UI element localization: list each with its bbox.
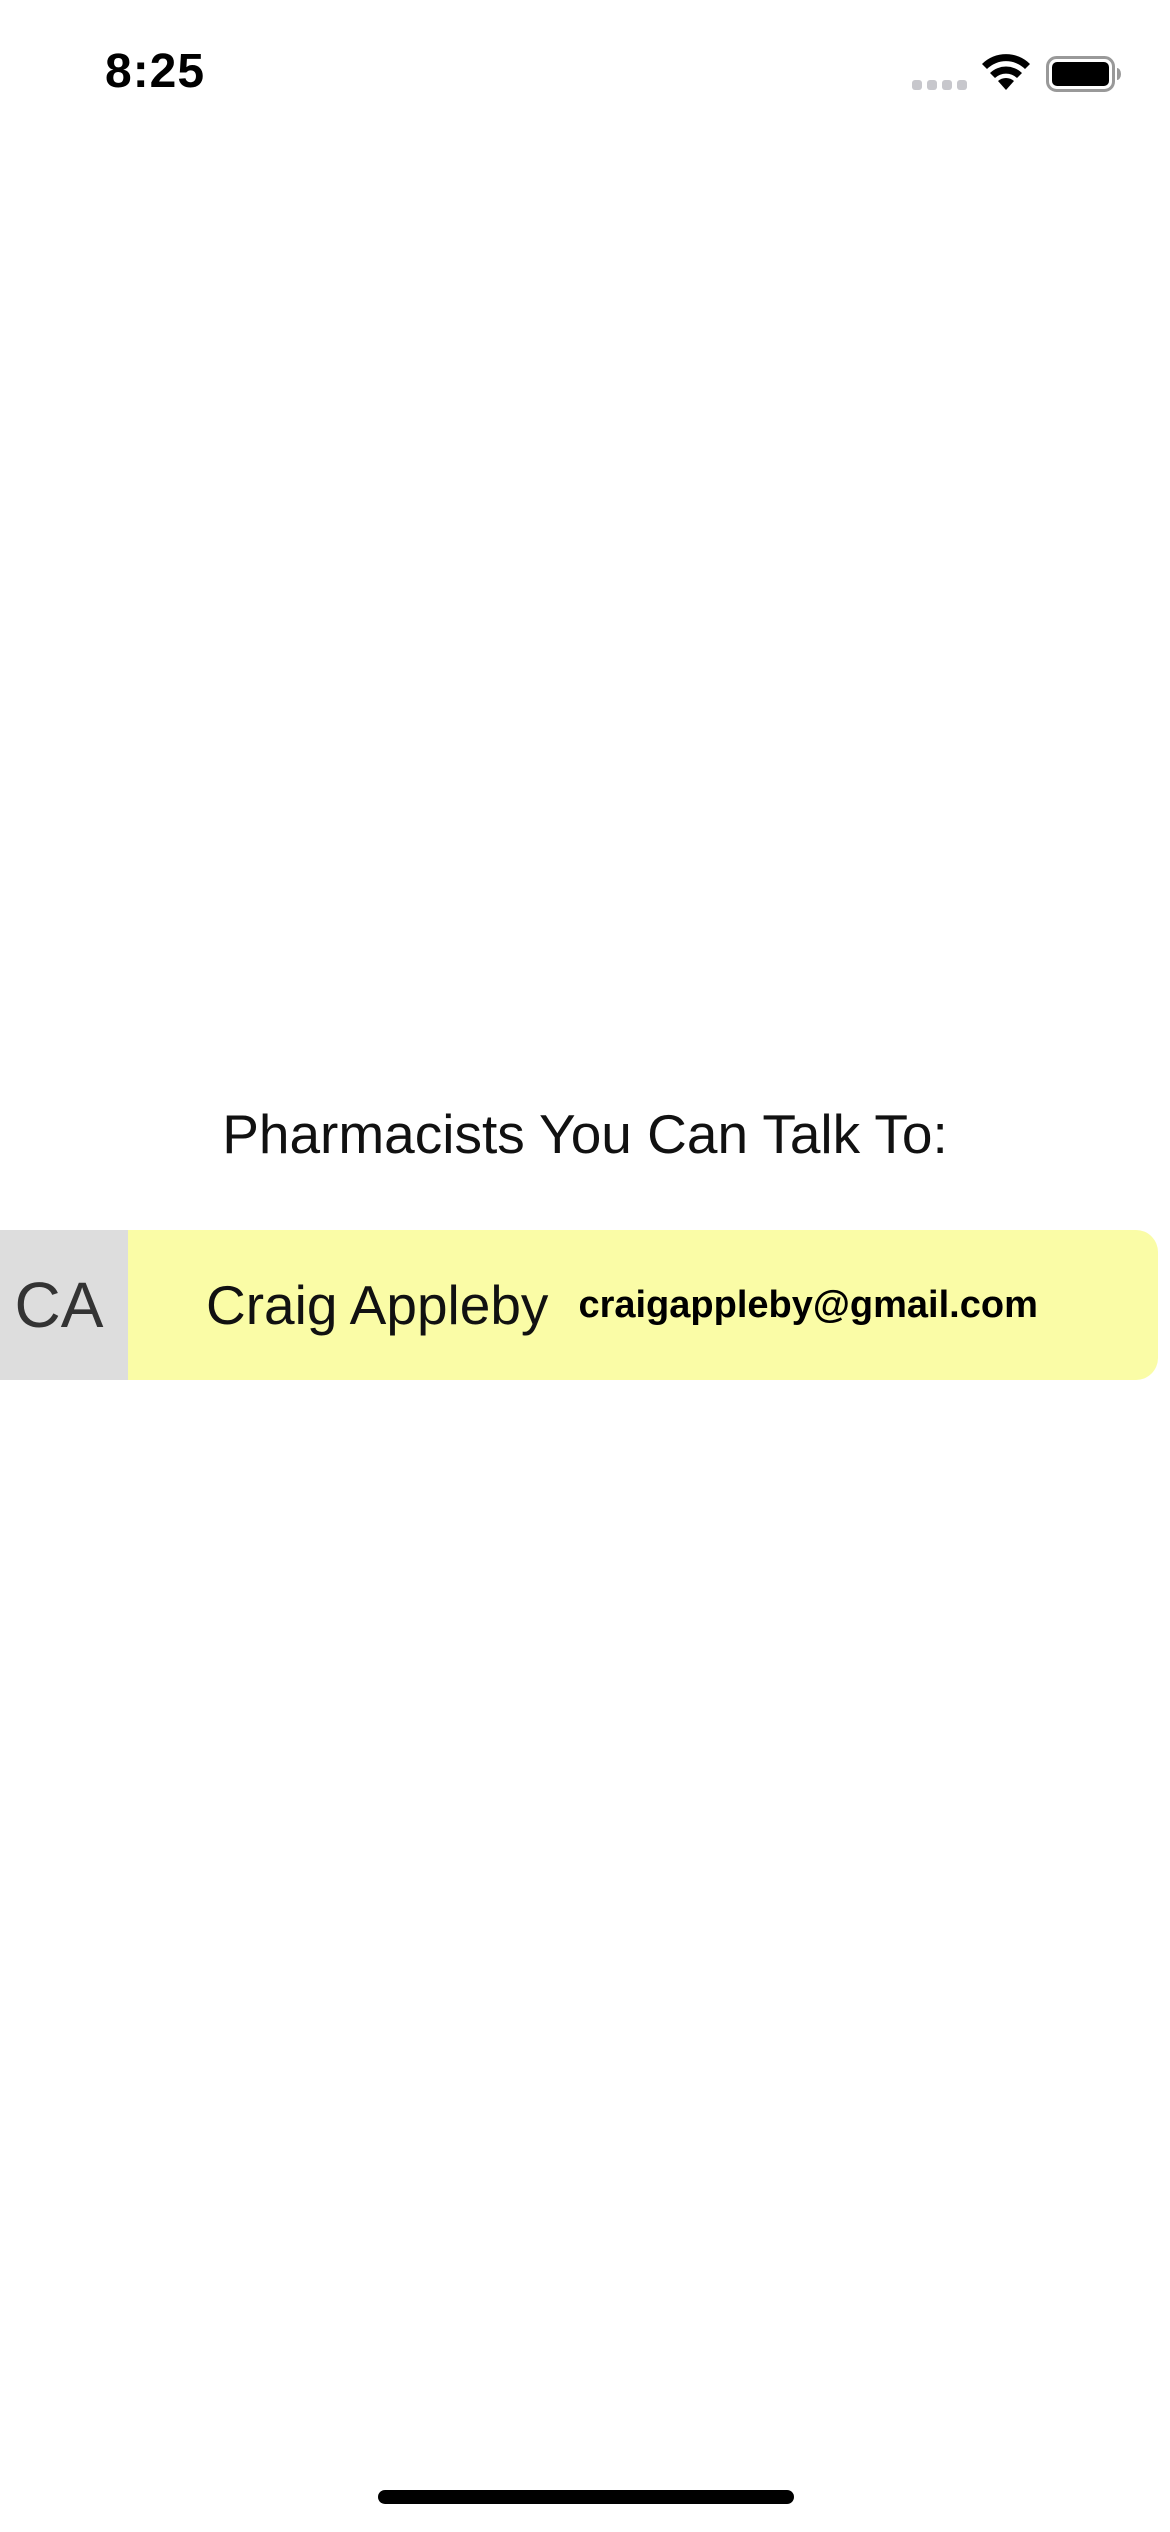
avatar-initials: CA (14, 1269, 104, 1341)
pharmacist-card[interactable]: CA Craig Appleby craigappleby@gmail.com (0, 1230, 1158, 1380)
battery-icon (1046, 56, 1121, 92)
home-indicator[interactable] (378, 2490, 794, 2504)
signal-icon (912, 80, 970, 92)
section-title: Pharmacists You Can Talk To: (222, 1103, 948, 1165)
wifi-icon (982, 54, 1030, 90)
avatar: CA (0, 1230, 128, 1380)
pharmacist-name: Craig Appleby (206, 1274, 549, 1336)
status-bar: 8:25 (0, 0, 1170, 150)
status-time: 8:25 (105, 45, 206, 98)
pharmacist-email: craigappleby@gmail.com (578, 1283, 1038, 1326)
